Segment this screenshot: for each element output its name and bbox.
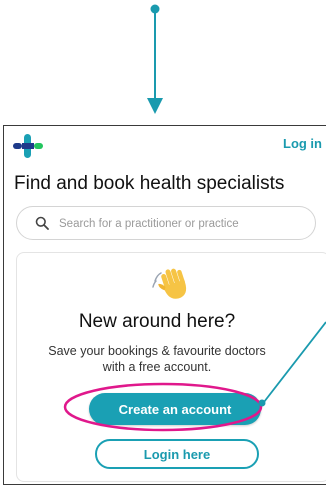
create-account-button[interactable]: Create an account xyxy=(89,393,261,425)
login-here-button[interactable]: Login here xyxy=(95,439,259,469)
search-input[interactable] xyxy=(57,213,311,235)
annotation-arrow-top xyxy=(147,4,163,114)
login-link[interactable]: Log in xyxy=(283,136,322,151)
card-title: New around here? xyxy=(78,311,236,332)
phone-screen: Log in Find and book health specialists … xyxy=(3,125,326,485)
search-bar[interactable] xyxy=(16,206,316,240)
top-bar: Log in xyxy=(4,126,326,162)
signup-card: New around here? Save your bookings & fa… xyxy=(16,252,326,482)
logo-icon xyxy=(13,134,43,158)
waving-hand-icon xyxy=(152,268,187,299)
page-title: Find and book health specialists xyxy=(14,173,285,194)
card-description: Save your bookings & favourite doctors w… xyxy=(48,344,266,374)
search-icon xyxy=(35,216,49,230)
